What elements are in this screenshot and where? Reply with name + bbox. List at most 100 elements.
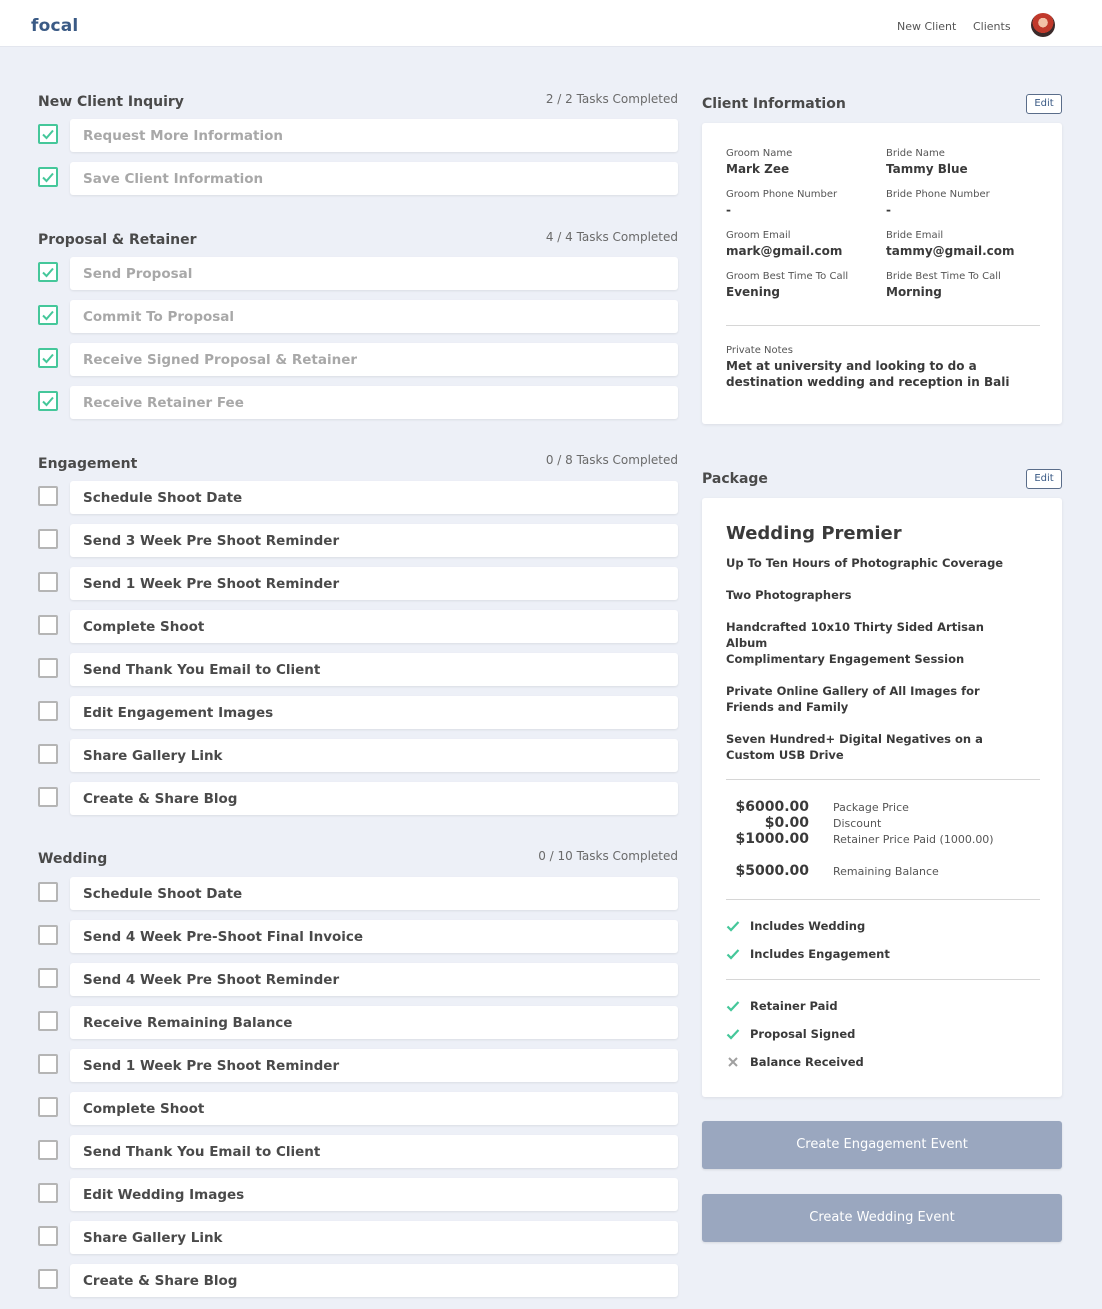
bride-phone-label: Bride Phone Number (886, 189, 990, 200)
checkbox-checked[interactable] (38, 124, 58, 144)
divider (726, 979, 1040, 980)
bride-email-label: Bride Email (886, 230, 944, 241)
checkbox-checked[interactable] (38, 167, 58, 187)
checkbox-unchecked[interactable] (38, 1054, 58, 1074)
task-row: Edit Wedding Images (38, 1178, 678, 1211)
checkbox-unchecked[interactable] (38, 744, 58, 764)
nav-clients[interactable]: Clients (973, 20, 1011, 33)
checkbox-unchecked[interactable] (38, 1226, 58, 1246)
checkbox-unchecked[interactable] (38, 1097, 58, 1117)
check-icon (42, 267, 54, 278)
check-icon (726, 949, 740, 960)
checkbox-unchecked[interactable] (38, 787, 58, 807)
task-row: Share Gallery Link (38, 739, 678, 772)
task-row: Send 1 Week Pre Shoot Reminder (38, 567, 678, 600)
task-item[interactable]: Send Thank You Email to Client (70, 653, 678, 686)
task-row: Send 3 Week Pre Shoot Reminder (38, 524, 678, 557)
task-item[interactable]: Send Proposal (70, 257, 678, 290)
task-item[interactable]: Send 4 Week Pre-Shoot Final Invoice (70, 920, 678, 953)
checkbox-unchecked[interactable] (38, 701, 58, 721)
checkbox-unchecked[interactable] (38, 658, 58, 678)
checkbox-unchecked[interactable] (38, 486, 58, 506)
task-item[interactable]: Send Thank You Email to Client (70, 1135, 678, 1168)
task-item[interactable]: Receive Remaining Balance (70, 1006, 678, 1039)
task-item[interactable]: Request More Information (70, 119, 678, 152)
check-icon (42, 353, 54, 364)
client-info-edit-button[interactable]: Edit (1026, 94, 1062, 114)
checkbox-unchecked[interactable] (38, 1011, 58, 1031)
task-item[interactable]: Complete Shoot (70, 610, 678, 643)
task-item[interactable]: Edit Engagement Images (70, 696, 678, 729)
task-item[interactable]: Share Gallery Link (70, 1221, 678, 1254)
task-item[interactable]: Send 1 Week Pre Shoot Reminder (70, 567, 678, 600)
task-item[interactable]: Create & Share Blog (70, 1264, 678, 1297)
groom-phone-label: Groom Phone Number (726, 189, 838, 200)
status-label: Balance Received (750, 1055, 864, 1069)
price-label: Package Price (833, 801, 909, 814)
checkbox-unchecked[interactable] (38, 615, 58, 635)
section-task-count: 0 / 8 Tasks Completed (545, 453, 678, 467)
package-card: Wedding Premier Up To Ten Hours of Photo… (702, 498, 1062, 1097)
price-label: Discount (833, 817, 882, 830)
groom-time-label: Groom Best Time To Call (726, 271, 849, 282)
checkbox-unchecked[interactable] (38, 572, 58, 592)
task-item[interactable]: Edit Wedding Images (70, 1178, 678, 1211)
task-item[interactable]: Send 4 Week Pre Shoot Reminder (70, 963, 678, 996)
task-item[interactable]: Share Gallery Link (70, 739, 678, 772)
groom-phone: - (726, 203, 731, 217)
task-item[interactable]: Commit To Proposal (70, 300, 678, 333)
package-name: Wedding Premier (726, 523, 902, 544)
task-row: Send 4 Week Pre Shoot Reminder (38, 963, 678, 996)
task-item[interactable]: Schedule Shoot Date (70, 877, 678, 910)
price-amount: $1000.00 (735, 831, 809, 847)
section-title: Engagement (38, 456, 138, 472)
section-task-count: 0 / 10 Tasks Completed (538, 849, 678, 863)
check-icon (42, 129, 54, 140)
task-row: Save Client Information (38, 162, 678, 195)
task-row: Request More Information (38, 119, 678, 152)
check-icon (726, 1029, 740, 1040)
bride-email: tammy@gmail.com (886, 244, 1015, 258)
task-item[interactable]: Receive Retainer Fee (70, 386, 678, 419)
logo[interactable]: focal (31, 16, 78, 36)
task-item[interactable]: Send 1 Week Pre Shoot Reminder (70, 1049, 678, 1082)
status-label: Includes Engagement (750, 947, 890, 961)
checkbox-checked[interactable] (38, 391, 58, 411)
bride-time-label: Bride Best Time To Call (886, 271, 1001, 282)
create-wedding-event-button[interactable]: Create Wedding Event (702, 1194, 1062, 1242)
status-label: Includes Wedding (750, 919, 866, 933)
checkbox-unchecked[interactable] (38, 925, 58, 945)
task-item[interactable]: Complete Shoot (70, 1092, 678, 1125)
package-feature: Two Photographers (726, 588, 852, 602)
package-feature: Private Online Gallery of All Images for… (726, 684, 980, 714)
task-item[interactable]: Schedule Shoot Date (70, 481, 678, 514)
checkbox-checked[interactable] (38, 305, 58, 325)
nav-new-client[interactable]: New Client (897, 20, 956, 33)
cross-icon (728, 1057, 738, 1067)
task-item[interactable]: Create & Share Blog (70, 782, 678, 815)
task-row: Send 1 Week Pre Shoot Reminder (38, 1049, 678, 1082)
client-info-card: Groom Name Mark Zee Bride Name Tammy Blu… (702, 123, 1062, 424)
task-item[interactable]: Receive Signed Proposal & Retainer (70, 343, 678, 376)
task-row: Commit To Proposal (38, 300, 678, 333)
check-icon (726, 1001, 740, 1012)
checkbox-unchecked[interactable] (38, 882, 58, 902)
checkbox-unchecked[interactable] (38, 968, 58, 988)
checkbox-unchecked[interactable] (38, 1269, 58, 1289)
create-engagement-event-button[interactable]: Create Engagement Event (702, 1121, 1062, 1169)
price-amount: $0.00 (764, 815, 809, 831)
divider (726, 779, 1040, 780)
checkbox-checked[interactable] (38, 348, 58, 368)
checkbox-unchecked[interactable] (38, 1183, 58, 1203)
avatar[interactable] (1031, 13, 1055, 37)
task-row: Receive Retainer Fee (38, 386, 678, 419)
task-item[interactable]: Send 3 Week Pre Shoot Reminder (70, 524, 678, 557)
checkbox-checked[interactable] (38, 262, 58, 282)
price-amount: $5000.00 (735, 863, 809, 879)
checkbox-unchecked[interactable] (38, 1140, 58, 1160)
task-item[interactable]: Save Client Information (70, 162, 678, 195)
task-row: Complete Shoot (38, 1092, 678, 1125)
checkbox-unchecked[interactable] (38, 529, 58, 549)
check-icon (42, 396, 54, 407)
package-edit-button[interactable]: Edit (1026, 469, 1062, 489)
